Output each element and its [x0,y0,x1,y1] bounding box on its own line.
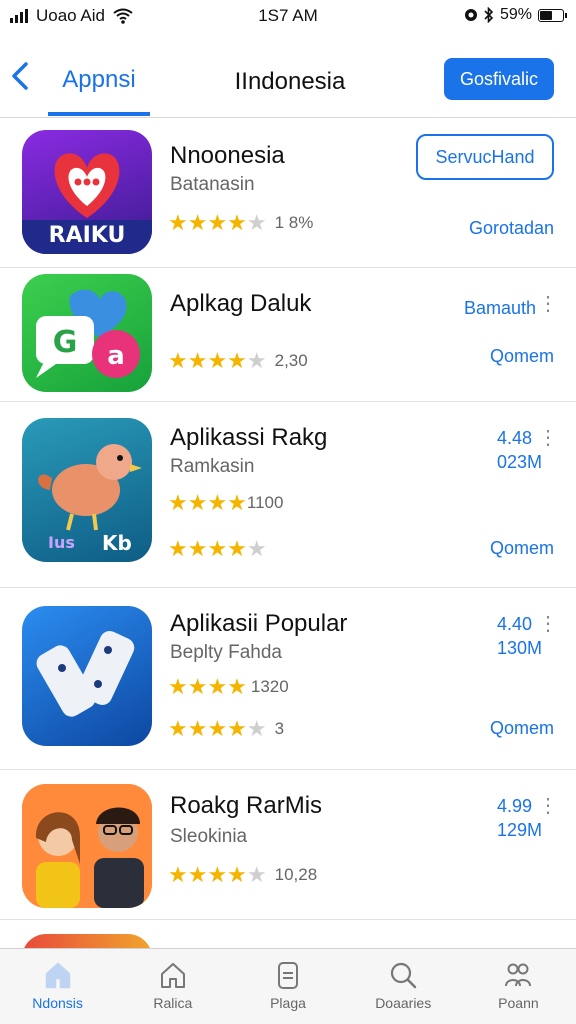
status-right: 59% [464,6,567,24]
app-action-link[interactable]: Qomem [490,346,554,367]
rating-count: 1100 [246,493,284,512]
get-button[interactable]: ServucHand [416,134,554,180]
battery-percent: 59% [499,6,532,23]
svg-text:Ius: Ius [48,533,75,552]
list-item[interactable]: Roakg RarMis Sleokinia ★★★★ ★ 10,28 4.99 … [0,770,576,920]
app-action-link[interactable]: Qomem [490,718,554,739]
list-item[interactable]: Ius Kb Aplikassi Rakg Ramkasin ★★★★ 1100… [0,402,576,588]
list-item[interactable] [0,920,576,950]
search-icon [391,962,417,989]
header-action-button[interactable]: Gosfivalic [444,58,554,100]
app-name: Nnoonesia [170,142,285,169]
rating-count: 2,30 [274,351,308,370]
tab-label: Poann [498,995,539,1011]
nav-bar: Appnsi IIndonesia Gosfivalic [0,34,576,118]
document-icon [278,962,298,989]
more-icon[interactable]: ⋮ [538,428,558,448]
app-size: 130M [496,638,542,658]
rating-stars-secondary: ★★★★ ★ [168,536,267,561]
tab-apps[interactable]: Appnsi [48,66,150,94]
rating-stars: ★★★★ 1320 [168,674,289,699]
app-size: 023M [496,452,542,472]
bottom-tab-bar: Ndonsis Ralica Plaga Doaaries Poann [0,948,576,1024]
app-icon-people [22,784,152,908]
location-icon [464,9,477,21]
app-subtitle: Batanasin [170,174,255,195]
rating-count-secondary: 3 [274,719,285,738]
app-icon-bird: Ius Kb [22,418,152,562]
app-name: Aplikassi Rakg [170,424,328,451]
page-title: IIndonesia [234,68,346,95]
app-icon-chat: G a [22,274,152,392]
app-name: Aplkag Daluk [170,290,312,317]
svg-text:G: G [53,325,78,360]
battery-icon [538,8,567,22]
app-subtitle: Beplty Fahda [170,642,282,663]
app-name: Roakg RarMis [170,792,323,819]
tab-label: Plaga [270,995,306,1011]
tab-label: Ralica [153,995,193,1011]
tab-search[interactable]: Doaaries [346,949,461,1024]
app-rating-value: 4.99 [496,796,532,816]
rating-stars: ★★★★ 1100 [168,490,284,515]
app-subtitle: Ramkasin [170,456,255,477]
tab-home[interactable]: Ndonsis [0,949,115,1024]
tab-plaga[interactable]: Plaga [230,949,345,1024]
status-bar: Uoao Aid 1S7 AM 59% [0,0,576,34]
app-icon-dice [22,606,152,746]
rating-stars: ★★★★ ★ 2,30 [168,348,308,373]
tab-people[interactable]: Poann [461,949,576,1024]
svg-text:a: a [107,341,125,371]
rating-count: 1 8% [274,213,314,232]
rating-stars: ★★★★ ★ 1 8% [168,210,314,235]
tab-ralica[interactable]: Ralica [115,949,230,1024]
rating-count: 1320 [250,677,289,696]
rating-stars: ★★★★ ★ 10,28 [168,862,318,887]
app-rating-value: 4.40 [496,614,532,634]
tab-label: Ndonsis [32,995,83,1011]
rating-stars-secondary: ★★★★ ★ 3 [168,716,285,741]
app-action-link[interactable]: Gorotadan [469,218,554,239]
people-icon [505,963,532,987]
list-item[interactable]: Aplikasii Popular Beplty Fahda ★★★★ 1320… [0,588,576,770]
app-price-label: Bamauth [463,298,536,318]
home-icon [45,962,70,989]
app-icon-heart: RAIKU [22,130,152,254]
app-list: RAIKU Nnoonesia Batanasin ★★★★ ★ 1 8% Ser… [0,118,576,950]
rating-count: 10,28 [274,865,318,884]
list-item[interactable]: G a Aplkag Daluk ★★★★ ★ 2,30 Bamauth ⋮ Qo… [0,268,576,402]
tab-underline [48,112,150,116]
more-icon[interactable]: ⋮ [538,614,558,634]
app-size: 129M [496,820,542,840]
more-icon[interactable]: ⋮ [538,294,558,314]
bluetooth-icon [484,7,494,23]
app-rating-value: 4.48 [496,428,532,448]
chevron-left-icon[interactable] [8,56,38,96]
tab-label: Doaaries [375,995,432,1011]
app-action-link[interactable]: Qomem [490,538,554,559]
app-name: Aplikasii Popular [170,610,348,637]
battery-fill [540,10,552,20]
more-icon[interactable]: ⋮ [538,796,558,816]
house-icon [160,963,185,988]
svg-text:RAIKU: RAIKU [49,223,126,248]
app-subtitle: Sleokinia [170,826,248,847]
svg-text:Kb: Kb [102,531,132,555]
list-item[interactable]: RAIKU Nnoonesia Batanasin ★★★★ ★ 1 8% Ser… [0,118,576,268]
